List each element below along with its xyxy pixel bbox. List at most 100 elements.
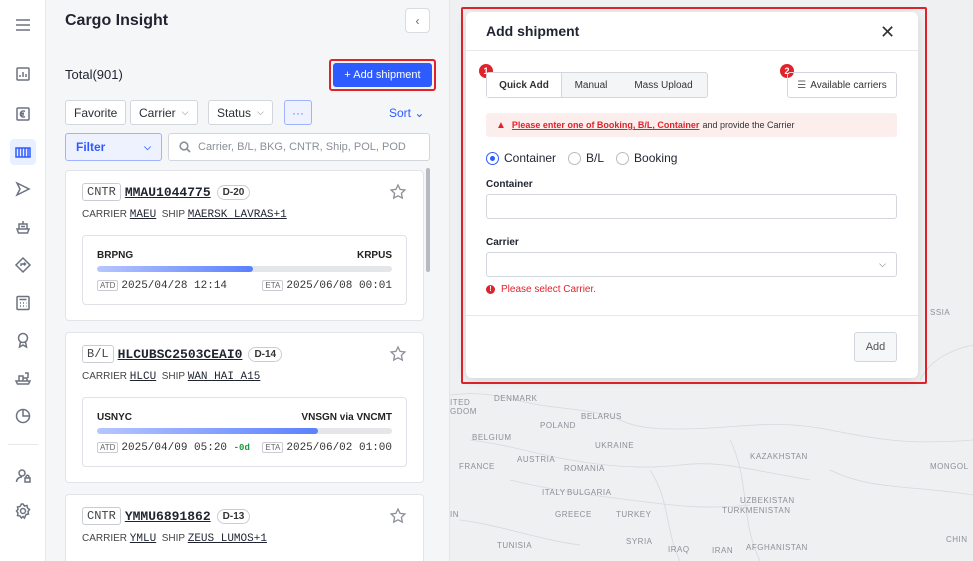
- favorite-star-icon[interactable]: [389, 345, 407, 363]
- ship-icon[interactable]: [10, 214, 36, 240]
- sort-button[interactable]: Sort ⌄: [389, 106, 424, 120]
- carrier-select[interactable]: ⌵: [486, 252, 897, 277]
- favorite-filter-chip[interactable]: Favorite: [65, 100, 127, 125]
- carrier-error: ! Please select Carrier.: [486, 284, 596, 295]
- map-label: BELARUS: [581, 412, 622, 421]
- add-submit-button[interactable]: Add: [854, 332, 897, 362]
- list-scrollbar[interactable]: [426, 168, 430, 272]
- location-arrow-icon[interactable]: [10, 176, 36, 202]
- shipment-type-tag: CNTR: [82, 183, 121, 201]
- ship-name-link[interactable]: MAERSK LAVRAS+1: [188, 209, 287, 221]
- available-carriers-label: Available carriers: [810, 79, 887, 91]
- filter-select-label: Filter: [76, 140, 106, 154]
- more-filters-button[interactable]: ···: [284, 100, 312, 125]
- container-input[interactable]: [486, 194, 897, 219]
- map-label: AFGHANISTAN: [746, 543, 808, 552]
- menu-icon[interactable]: [10, 12, 36, 38]
- settings-icon[interactable]: [10, 498, 36, 524]
- ship-label: SHIP: [161, 209, 185, 220]
- dashboard-icon[interactable]: [10, 61, 36, 87]
- nav-rail: [0, 0, 46, 561]
- radio-bl[interactable]: B/L: [568, 151, 604, 165]
- atd-value: ATD 2025/04/28 12:14: [97, 280, 227, 292]
- map-label: TUNISIA: [497, 541, 533, 550]
- available-carriers-button[interactable]: ☰ Available carriers: [787, 72, 897, 98]
- shipment-card[interactable]: CNTR MMAU1044775 D-20 CARRIER MAEU SHIP …: [65, 170, 424, 321]
- carrier-filter-label: Carrier: [139, 105, 176, 120]
- pol-code: BRPNG: [97, 250, 134, 261]
- collapse-panel-button[interactable]: ‹: [405, 8, 430, 33]
- favorite-star-icon[interactable]: [389, 507, 407, 525]
- calculator-icon[interactable]: [10, 290, 36, 316]
- filter-select[interactable]: Filter ⌵: [65, 133, 162, 161]
- map-label: CHIN: [946, 535, 968, 544]
- carrier-filter-chip[interactable]: Carrier ⌵: [130, 100, 198, 125]
- search-input[interactable]: Carrier, B/L, BKG, CNTR, Ship, POL, POD: [168, 133, 430, 161]
- modal-footer-divider: [466, 315, 918, 316]
- shipment-card[interactable]: CNTR YMMU6891862 D-13 CARRIER YMLU SHIP …: [65, 494, 424, 561]
- map-label: KAZAKHSTAN: [750, 452, 808, 461]
- shipment-id-link[interactable]: HLCUBSC2503CEAI0: [118, 347, 243, 362]
- shipment-id-link[interactable]: MMAU1044775: [125, 185, 211, 200]
- map-label: SYRIA: [626, 537, 653, 546]
- dday-badge: D-20: [216, 184, 251, 200]
- eta-tag: ETA: [262, 442, 284, 453]
- map-label: IRAN: [712, 546, 734, 555]
- search-icon: [179, 141, 191, 153]
- carrier-code-link[interactable]: MAEU: [130, 209, 156, 221]
- progress-fill: [97, 266, 254, 272]
- dday-badge: D-13: [216, 508, 251, 524]
- pol-code: USNYC: [97, 412, 133, 423]
- carrier-label: CARRIER: [82, 371, 128, 382]
- radio-label: Container: [504, 151, 557, 165]
- favorite-star-icon[interactable]: [389, 183, 407, 201]
- user-lock-icon[interactable]: [10, 463, 36, 489]
- delay-indicator: -0d: [233, 443, 250, 453]
- add-shipment-button[interactable]: + Add shipment: [333, 63, 432, 87]
- pod-code: VNSGN via VNCMT: [301, 412, 392, 423]
- shipment-card[interactable]: B/L HLCUBSC2503CEAI0 D-14 CARRIER HLCU S…: [65, 332, 424, 483]
- shipment-type-tag: CNTR: [82, 507, 121, 525]
- map-label: IRAQ: [668, 545, 690, 554]
- map-label: UKRAINE: [595, 441, 635, 450]
- badge-icon[interactable]: [10, 327, 36, 353]
- tab-manual[interactable]: Manual: [562, 73, 620, 97]
- ship-name-link[interactable]: ZEUS LUMOS+1: [188, 533, 267, 545]
- add-mode-tabs: Quick Add Manual Mass Upload: [486, 72, 708, 98]
- route-icon[interactable]: [10, 252, 36, 278]
- carrier-code-link[interactable]: YMLU: [130, 533, 156, 545]
- info-alert: ▲ Please enter one of Booking, B/L, Cont…: [486, 113, 897, 137]
- container-icon[interactable]: [10, 139, 36, 165]
- tab-quick-add[interactable]: Quick Add: [487, 73, 562, 97]
- status-filter-chip[interactable]: Status ⌵: [208, 100, 273, 125]
- ship-name-link[interactable]: WAN HAI A15: [188, 371, 261, 383]
- chevron-down-icon: ⌵: [257, 107, 264, 117]
- tab-mass-upload[interactable]: Mass Upload: [620, 73, 707, 97]
- chevron-left-icon: ‹: [415, 13, 420, 28]
- cargo-ship-icon[interactable]: [10, 365, 36, 391]
- progress-fill: [97, 428, 319, 434]
- map-label: AUSTRIA: [517, 455, 556, 464]
- alert-link[interactable]: Please enter one of Booking, B/L, Contai…: [512, 120, 700, 130]
- map-label: POLAND: [540, 421, 576, 430]
- eta-tag: ETA: [262, 280, 284, 291]
- map-label: UZBEKISTAN: [740, 496, 795, 505]
- atd-value: ATD 2025/04/09 05:20 -0d: [97, 442, 250, 454]
- shipment-type-tag: B/L: [82, 345, 114, 363]
- map-label: ITALY: [542, 488, 566, 497]
- voyage-progress-bar: [97, 428, 392, 434]
- map-label: GREECE: [555, 510, 592, 519]
- euro-icon[interactable]: [10, 101, 36, 127]
- chevron-down-icon: ⌵: [879, 259, 886, 269]
- shipment-id-link[interactable]: YMMU6891862: [125, 509, 211, 524]
- close-icon[interactable]: ✕: [880, 22, 895, 43]
- radio-booking[interactable]: Booking: [616, 151, 677, 165]
- error-icon: !: [486, 285, 495, 294]
- carrier-code-link[interactable]: HLCU: [130, 371, 156, 383]
- radio-container[interactable]: Container: [486, 151, 556, 165]
- rail-divider: [8, 444, 38, 445]
- add-shipment-highlight: + Add shipment: [329, 59, 436, 91]
- error-text: Please select Carrier.: [501, 284, 597, 295]
- ship-label: SHIP: [161, 533, 185, 544]
- pie-chart-icon[interactable]: [10, 403, 36, 429]
